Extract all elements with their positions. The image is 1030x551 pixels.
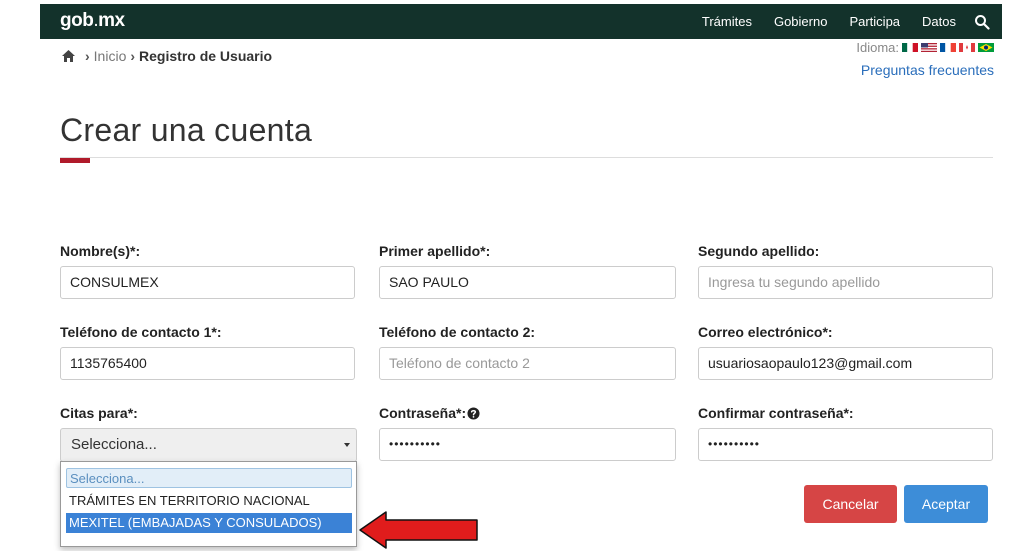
- correo-input[interactable]: usuariosaopaulo123@gmail.com: [698, 347, 993, 380]
- nombre-label: Nombre(s)*:: [60, 243, 141, 259]
- citas-dropdown-list: Selecciona... TRÁMITES EN TERRITORIO NAC…: [60, 461, 357, 547]
- segundo-apellido-label: Segundo apellido:: [698, 243, 820, 259]
- breadcrumb-separator: ›: [85, 48, 90, 64]
- nombre-input[interactable]: CONSULMEX: [60, 266, 355, 299]
- gobmx-logo[interactable]: gob.mx: [60, 10, 125, 32]
- telefono2-input[interactable]: Teléfono de contacto 2: [379, 347, 676, 380]
- nav-datos[interactable]: Datos: [922, 14, 956, 29]
- usa-flag-icon[interactable]: [921, 43, 937, 52]
- breadcrumb: › Inicio › Registro de Usuario: [62, 48, 272, 64]
- breadcrumb-current: Registro de Usuario: [139, 48, 273, 64]
- telefono1-label: Teléfono de contacto 1*:: [60, 324, 222, 340]
- mexico-flag-icon[interactable]: [902, 43, 918, 52]
- telefono2-label: Teléfono de contacto 2:: [379, 324, 536, 340]
- confirmar-label: Confirmar contraseña*:: [698, 405, 854, 421]
- accept-button[interactable]: Aceptar: [904, 485, 988, 523]
- brazil-flag-icon[interactable]: [978, 43, 994, 52]
- contrasena-label: Contraseña*:: [379, 405, 467, 421]
- telefono1-input[interactable]: 1135765400: [60, 347, 355, 380]
- citas-select[interactable]: Selecciona...: [60, 428, 357, 462]
- top-navbar: gob.mx Trámites Gobierno Participa Datos: [40, 4, 1002, 39]
- dropdown-option[interactable]: Selecciona...: [66, 468, 352, 488]
- logo-main-text: gob: [60, 10, 94, 31]
- canada-flag-icon[interactable]: [959, 43, 975, 52]
- citas-selected-value: Selecciona...: [71, 436, 157, 453]
- home-icon[interactable]: [62, 50, 75, 62]
- primer-apellido-input[interactable]: SAO PAULO: [379, 266, 676, 299]
- nav-tramites[interactable]: Trámites: [702, 14, 752, 29]
- correo-label: Correo electrónico*:: [698, 324, 833, 340]
- search-icon[interactable]: [974, 14, 990, 30]
- page-title: Crear una cuenta: [60, 112, 313, 148]
- language-selector: Idioma:: [856, 40, 994, 55]
- help-icon[interactable]: [467, 406, 480, 420]
- logo-suffix-text: mx: [98, 10, 125, 31]
- confirmar-input[interactable]: ••••••••••: [698, 428, 993, 461]
- breadcrumb-separator: ›: [130, 48, 136, 64]
- cancel-button[interactable]: Cancelar: [804, 485, 897, 523]
- faq-link[interactable]: Preguntas frecuentes: [861, 62, 994, 78]
- contrasena-label-wrap: Contraseña*:: [379, 405, 480, 421]
- title-divider: [60, 157, 993, 158]
- language-label: Idioma:: [856, 40, 899, 55]
- breadcrumb-inicio[interactable]: Inicio: [94, 48, 127, 64]
- title-accent-bar: [60, 158, 90, 163]
- nav-gobierno[interactable]: Gobierno: [774, 14, 827, 29]
- dropdown-option-highlighted[interactable]: MEXITEL (EMBAJADAS Y CONSULADOS): [66, 513, 352, 533]
- red-arrow-annotation: [359, 511, 478, 549]
- nav-participa[interactable]: Participa: [849, 14, 900, 29]
- segundo-apellido-input[interactable]: Ingresa tu segundo apellido: [698, 266, 993, 299]
- main-nav: Trámites Gobierno Participa Datos: [680, 4, 990, 39]
- france-flag-icon[interactable]: [940, 43, 956, 52]
- primer-apellido-label: Primer apellido*:: [379, 243, 491, 259]
- contrasena-input[interactable]: ••••••••••: [379, 428, 676, 461]
- dropdown-option[interactable]: TRÁMITES EN TERRITORIO NACIONAL: [66, 491, 352, 511]
- caret-down-icon: [344, 443, 350, 447]
- citas-label: Citas para*:: [60, 405, 138, 421]
